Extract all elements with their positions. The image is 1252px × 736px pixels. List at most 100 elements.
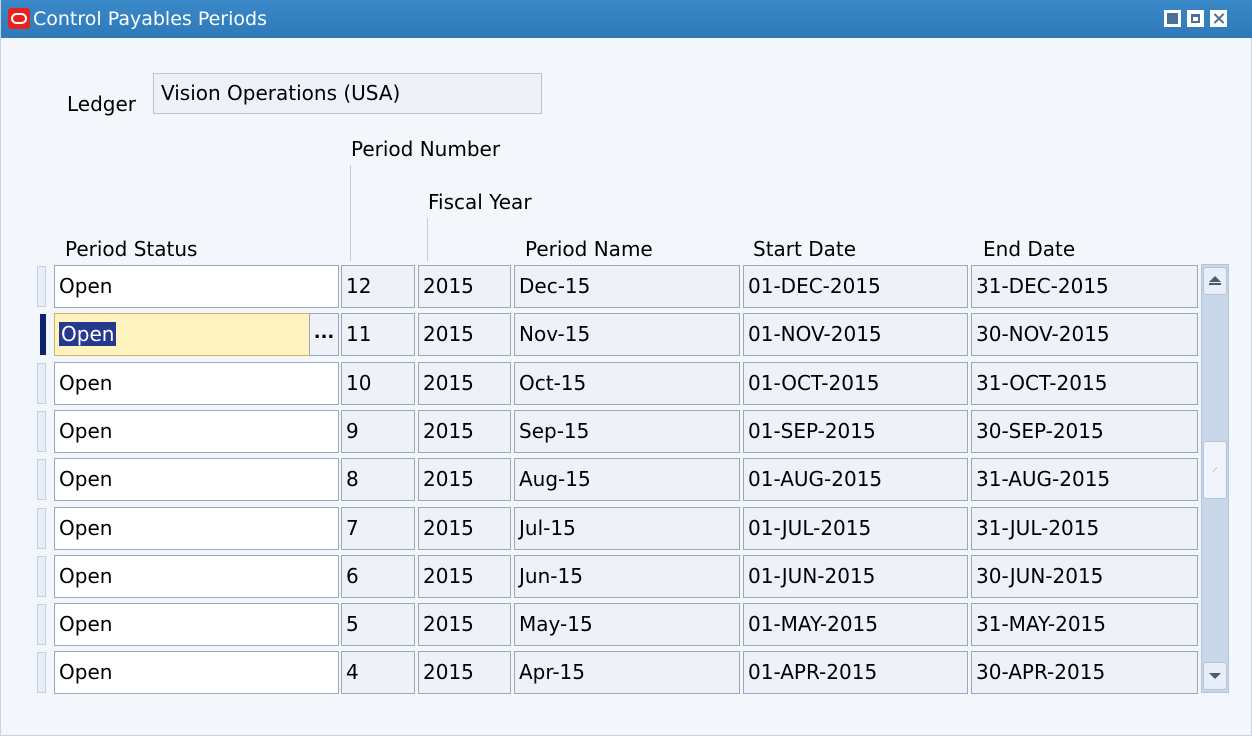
- table-row[interactable]: Open 7 2015 Jul-15 01-JUL-2015 31-JUL-2015: [1, 507, 1201, 550]
- record-indicator[interactable]: [40, 314, 46, 355]
- period-status-value: Open: [59, 467, 113, 491]
- header-fiscal-year: Fiscal Year: [428, 190, 532, 214]
- header-fiscal-year-rule: [427, 218, 428, 261]
- start-date-field[interactable]: 01-AUG-2015: [743, 458, 968, 501]
- end-date-field[interactable]: 31-OCT-2015: [971, 362, 1198, 405]
- period-name-field[interactable]: Dec-15: [514, 265, 740, 308]
- period-name-field[interactable]: Apr-15: [514, 651, 740, 694]
- period-status-value: Open: [59, 660, 113, 684]
- record-indicator[interactable]: [37, 266, 46, 307]
- period-number-field[interactable]: 12: [341, 265, 415, 308]
- period-status-field[interactable]: Open: [54, 362, 339, 405]
- table-row[interactable]: Open 12 2015 Dec-15 01-DEC-2015 31-DEC-2015: [1, 265, 1201, 308]
- fiscal-year-field[interactable]: 2015: [418, 651, 511, 694]
- period-status-value: Open: [59, 564, 113, 588]
- ledger-field[interactable]: Vision Operations (USA): [153, 73, 542, 114]
- period-status-field[interactable]: Open: [54, 603, 339, 646]
- table-row[interactable]: Open 9 2015 Sep-15 01-SEP-2015 30-SEP-2015: [1, 410, 1201, 453]
- period-status-value: Open: [59, 371, 113, 395]
- start-date-field[interactable]: 01-NOV-2015: [743, 313, 968, 356]
- period-number-field[interactable]: 9: [341, 410, 415, 453]
- fiscal-year-field[interactable]: 2015: [418, 265, 511, 308]
- period-status-field[interactable]: Open: [54, 458, 339, 501]
- record-indicator[interactable]: [37, 508, 46, 549]
- table-row[interactable]: Open... 11 2015 Nov-15 01-NOV-2015 30-NOV-201…: [1, 313, 1201, 356]
- record-indicator[interactable]: [37, 652, 46, 693]
- period-number-field[interactable]: 10: [341, 362, 415, 405]
- end-date-field[interactable]: 30-NOV-2015: [971, 313, 1198, 356]
- period-name-field[interactable]: Sep-15: [514, 410, 740, 453]
- header-end-date: End Date: [983, 237, 1076, 261]
- start-date-field[interactable]: 01-DEC-2015: [743, 265, 968, 308]
- record-indicator[interactable]: [37, 604, 46, 645]
- scroll-thumb[interactable]: [1203, 441, 1227, 499]
- end-date-field[interactable]: 31-JUL-2015: [971, 507, 1198, 550]
- fiscal-year-field[interactable]: 2015: [418, 507, 511, 550]
- scroll-up-icon[interactable]: [1203, 267, 1227, 295]
- header-period-number: Period Number: [351, 137, 501, 161]
- record-indicator[interactable]: [37, 556, 46, 597]
- end-date-field[interactable]: 31-DEC-2015: [971, 265, 1198, 308]
- close-icon[interactable]: [1210, 10, 1227, 27]
- period-status-field[interactable]: Open: [54, 313, 310, 356]
- fiscal-year-field[interactable]: 2015: [418, 458, 511, 501]
- ledger-label: Ledger: [67, 92, 137, 116]
- period-status-field[interactable]: Open: [54, 410, 339, 453]
- record-indicator[interactable]: [37, 459, 46, 500]
- start-date-field[interactable]: 01-JUL-2015: [743, 507, 968, 550]
- maximize-icon[interactable]: [1187, 10, 1204, 27]
- title-bar[interactable]: Control Payables Periods: [1, 0, 1252, 38]
- list-of-values-button[interactable]: ...: [309, 313, 339, 356]
- start-date-field[interactable]: 01-JUN-2015: [743, 555, 968, 598]
- period-status-field[interactable]: Open: [54, 507, 339, 550]
- scroll-down-icon[interactable]: [1203, 662, 1227, 690]
- period-number-field[interactable]: 8: [341, 458, 415, 501]
- period-status-field[interactable]: Open: [54, 265, 339, 308]
- period-name-field[interactable]: Nov-15: [514, 313, 740, 356]
- period-number-field[interactable]: 6: [341, 555, 415, 598]
- period-name-field[interactable]: Aug-15: [514, 458, 740, 501]
- period-number-field[interactable]: 5: [341, 603, 415, 646]
- period-status-value: Open: [59, 612, 113, 636]
- start-date-field[interactable]: 01-MAY-2015: [743, 603, 968, 646]
- fiscal-year-field[interactable]: 2015: [418, 603, 511, 646]
- period-name-field[interactable]: Oct-15: [514, 362, 740, 405]
- start-date-field[interactable]: 01-SEP-2015: [743, 410, 968, 453]
- end-date-field[interactable]: 30-APR-2015: [971, 651, 1198, 694]
- table-row[interactable]: Open 10 2015 Oct-15 01-OCT-2015 31-OCT-2015: [1, 362, 1201, 405]
- record-indicator[interactable]: [37, 363, 46, 404]
- period-name-field[interactable]: Jul-15: [514, 507, 740, 550]
- vertical-scrollbar[interactable]: [1201, 264, 1229, 693]
- end-date-field[interactable]: 31-MAY-2015: [971, 603, 1198, 646]
- table-row[interactable]: Open 8 2015 Aug-15 01-AUG-2015 31-AUG-2015: [1, 458, 1201, 501]
- window-title: Control Payables Periods: [33, 8, 267, 30]
- oracle-logo-icon: [8, 8, 30, 29]
- period-name-field[interactable]: May-15: [514, 603, 740, 646]
- period-number-field[interactable]: 7: [341, 507, 415, 550]
- minimize-icon[interactable]: [1164, 10, 1181, 27]
- header-period-status: Period Status: [65, 237, 198, 261]
- end-date-field[interactable]: 31-AUG-2015: [971, 458, 1198, 501]
- fiscal-year-field[interactable]: 2015: [418, 362, 511, 405]
- period-status-field[interactable]: Open: [54, 555, 339, 598]
- start-date-field[interactable]: 01-OCT-2015: [743, 362, 968, 405]
- table-row[interactable]: Open 4 2015 Apr-15 01-APR-2015 30-APR-2015: [1, 651, 1201, 694]
- end-date-field[interactable]: 30-JUN-2015: [971, 555, 1198, 598]
- period-name-field[interactable]: Jun-15: [514, 555, 740, 598]
- period-status-value: Open: [59, 322, 117, 346]
- fiscal-year-field[interactable]: 2015: [418, 410, 511, 453]
- start-date-field[interactable]: 01-APR-2015: [743, 651, 968, 694]
- period-status-value: Open: [59, 516, 113, 540]
- header-start-date: Start Date: [753, 237, 857, 261]
- header-period-number-rule: [350, 165, 351, 261]
- table-row[interactable]: Open 6 2015 Jun-15 01-JUN-2015 30-JUN-2015: [1, 555, 1201, 598]
- end-date-field[interactable]: 30-SEP-2015: [971, 410, 1198, 453]
- fiscal-year-field[interactable]: 2015: [418, 313, 511, 356]
- period-number-field[interactable]: 11: [341, 313, 415, 356]
- header-period-name: Period Name: [525, 237, 653, 261]
- period-number-field[interactable]: 4: [341, 651, 415, 694]
- fiscal-year-field[interactable]: 2015: [418, 555, 511, 598]
- record-indicator[interactable]: [37, 411, 46, 452]
- period-status-field[interactable]: Open: [54, 651, 339, 694]
- table-row[interactable]: Open 5 2015 May-15 01-MAY-2015 31-MAY-2015: [1, 603, 1201, 646]
